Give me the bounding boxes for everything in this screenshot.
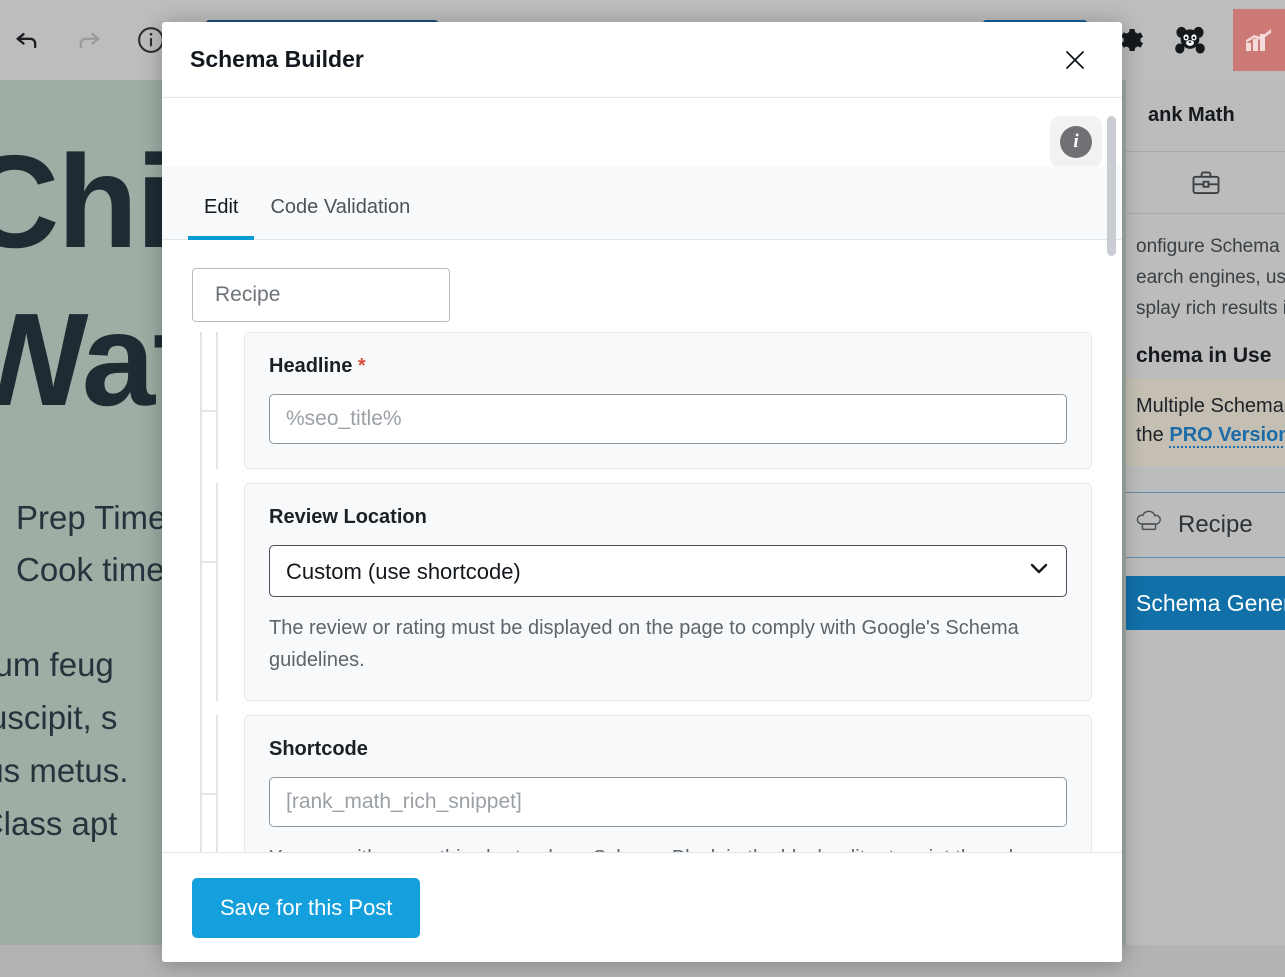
toolbar-left-icons [0,23,168,57]
panda-icon[interactable] [1173,23,1207,57]
modal-scroll-area[interactable]: Recipe Headline * Review Location [162,240,1122,852]
info-glyph: i [1060,126,1092,158]
schema-generator-button[interactable]: Schema Generator [1126,576,1285,631]
scrollbar-thumb[interactable] [1107,116,1116,256]
schema-builder-modal: Schema Builder i Edit Code Validation Re… [162,22,1122,962]
pro-version-notice: Multiple Schemas the PRO Version [1126,378,1285,467]
review-location-field-card: Review Location Custom (use shortcode) T… [244,483,1092,702]
analytics-chart-icon[interactable] [1233,9,1285,71]
field-branch-shortcode: Shortcode You can either use this shortc… [200,715,1092,852]
tab-edit[interactable]: Edit [188,196,255,240]
notice-prefix: the [1136,424,1170,447]
description-line: splay rich results i [1136,297,1285,319]
required-marker: * [357,355,366,377]
headline-label: Headline * [269,355,1067,378]
sidebar-title: ank Math [1126,80,1285,152]
schema-in-use-row[interactable]: Recipe [1126,492,1285,559]
sidebar-subheading: chema in Use [1136,344,1272,368]
shortcode-label: Shortcode [269,738,368,761]
pro-version-link[interactable]: PRO Version [1169,424,1285,449]
modal-tabs: Edit Code Validation [162,166,1122,240]
info-icon[interactable]: i [1050,116,1102,168]
schema-field-tree: Headline * Review Location Custom (use s… [192,332,1092,852]
description-line: earch engines, use [1136,266,1285,288]
sidebar-description: onfigure Schema M earch engines, use spl… [1126,214,1285,330]
rank-math-sidebar: ank Math onfigure Schema M earch engines… [1125,80,1285,945]
modal-scrollbar[interactable] [1107,98,1116,852]
chef-hat-icon [1136,510,1166,541]
schema-type-pill[interactable]: Recipe [192,268,450,322]
description-line: onfigure Schema M [1136,236,1285,257]
review-location-select-wrap: Custom (use shortcode) [269,545,1067,597]
review-location-helper: The review or rating must be displayed o… [269,617,1019,671]
close-icon[interactable] [1058,43,1092,77]
modal-footer: Save for this Post [162,852,1122,962]
field-branch-review-location: Review Location Custom (use shortcode) T… [200,483,1092,702]
modal-body: i Edit Code Validation Recipe Headline * [162,98,1122,852]
schema-row-label: Recipe [1178,511,1253,539]
headline-field-card: Headline * [244,332,1092,469]
review-location-select[interactable]: Custom (use shortcode) [269,545,1067,597]
undo-icon[interactable] [10,23,44,57]
notice-line-1: Multiple Schemas [1136,395,1285,418]
headline-label-text: Headline [269,355,353,377]
shortcode-field-card: Shortcode You can either use this shortc… [244,715,1092,852]
modal-title: Schema Builder [190,46,364,72]
modal-header: Schema Builder [162,22,1122,98]
tab-code-validation[interactable]: Code Validation [254,196,426,239]
field-branch-headline: Headline * [200,332,1092,469]
shortcode-helper: You can either use this shortcode or Sch… [269,843,1067,852]
save-button[interactable]: Save for this Post [192,877,421,938]
redo-icon [72,23,106,57]
notice-line-2: the PRO Version [1136,421,1285,450]
toolbox-icon[interactable] [1126,152,1285,214]
shortcode-input[interactable] [269,777,1067,828]
shortcode-helper-prefix: You can either use this shortcode or Sch… [269,847,1059,852]
review-location-label: Review Location [269,506,427,528]
headline-input[interactable] [269,394,1067,444]
